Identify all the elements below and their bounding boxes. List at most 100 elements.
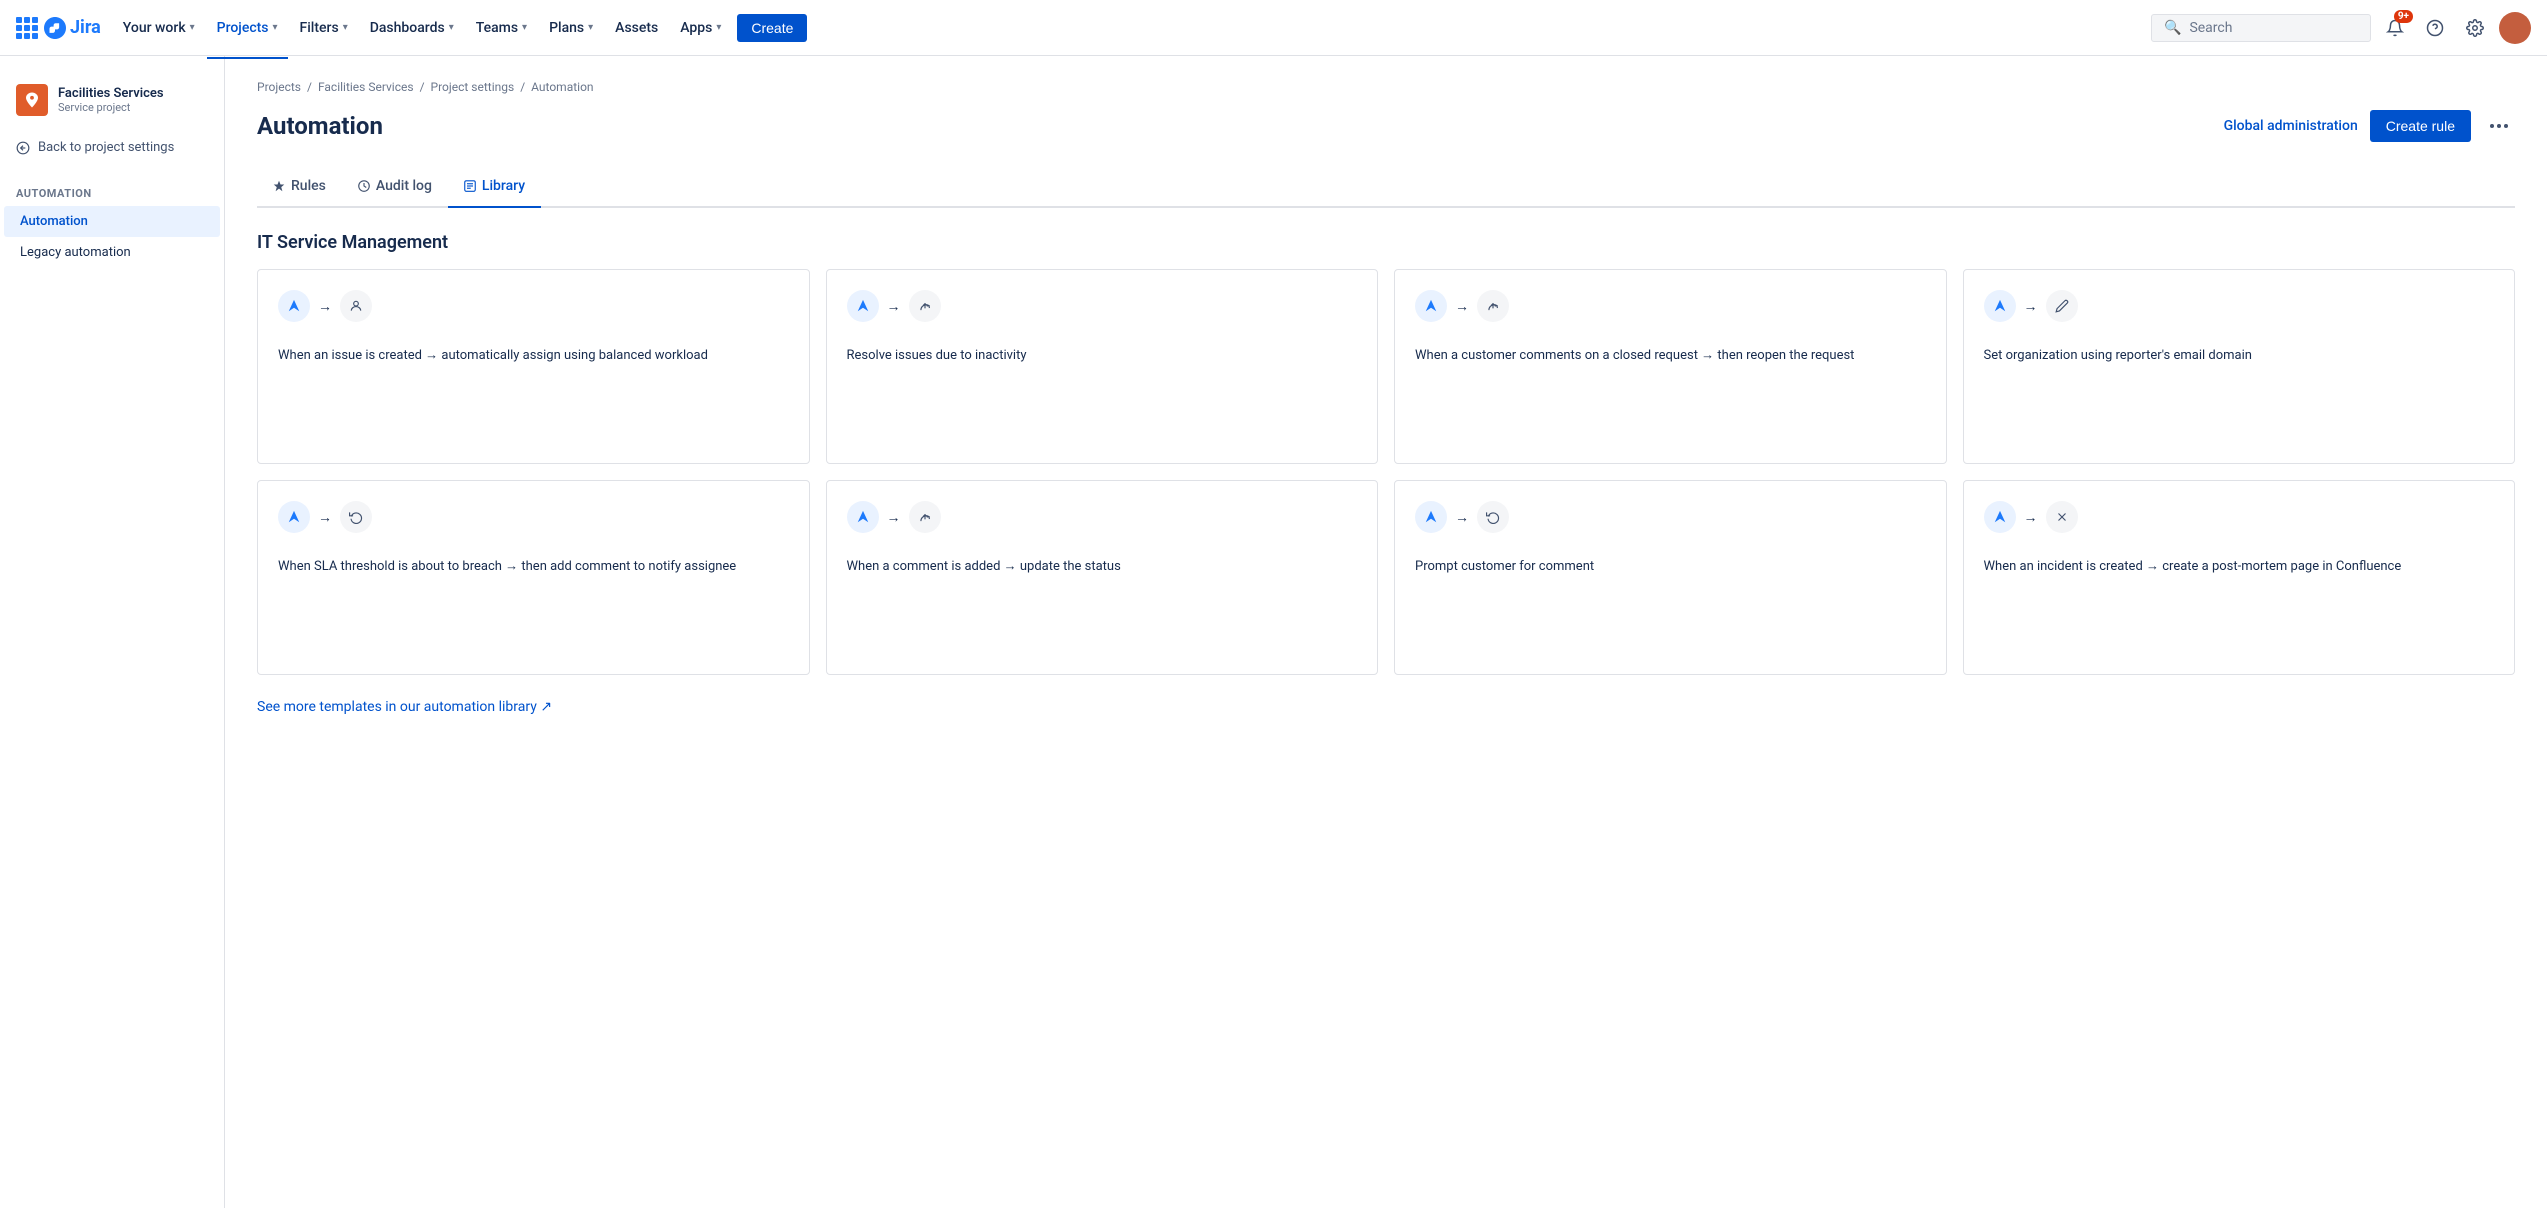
jira-wordmark: Jira bbox=[70, 17, 101, 38]
action-icon-refresh2 bbox=[1477, 501, 1509, 533]
card-icon-row: → bbox=[278, 290, 789, 322]
card-icon-row: → bbox=[1984, 290, 2495, 322]
arrow-icon: → bbox=[887, 298, 901, 315]
card-comment-status[interactable]: → When a comment is added → update the s… bbox=[826, 480, 1379, 675]
sidebar-project-header: Facilities Services Service project bbox=[0, 76, 224, 132]
notification-badge: 9+ bbox=[2394, 10, 2413, 23]
settings-button[interactable] bbox=[2459, 12, 2491, 44]
nav-items: Your work ▾ Projects ▾ Filters ▾ Dashboa… bbox=[113, 14, 808, 42]
card-text: When an incident is created → create a p… bbox=[1984, 557, 2495, 577]
project-icon bbox=[16, 84, 48, 116]
chevron-icon: ▾ bbox=[522, 22, 527, 33]
global-administration-link[interactable]: Global administration bbox=[2224, 118, 2358, 134]
action-icon-pencil bbox=[2046, 290, 2078, 322]
chevron-icon: ▾ bbox=[190, 22, 195, 33]
breadcrumb-current: Automation bbox=[531, 80, 593, 94]
more-options-button[interactable] bbox=[2483, 110, 2515, 142]
action-icon-reopen2 bbox=[1477, 290, 1509, 322]
card-icon-row: → bbox=[1415, 290, 1926, 322]
card-text: Resolve issues due to inactivity bbox=[847, 346, 1358, 366]
action-icon-person bbox=[340, 290, 372, 322]
card-icon-row: → bbox=[1984, 501, 2495, 533]
card-icon-row: → bbox=[847, 501, 1358, 533]
nav-item-dashboards[interactable]: Dashboards ▾ bbox=[360, 14, 464, 42]
trigger-icon bbox=[1984, 290, 2016, 322]
jira-logo[interactable]: Jira bbox=[44, 17, 101, 39]
action-icon-reopen bbox=[909, 290, 941, 322]
nav-item-projects[interactable]: Projects ▾ bbox=[207, 14, 288, 42]
help-button[interactable] bbox=[2419, 12, 2451, 44]
nav-item-teams[interactable]: Teams ▾ bbox=[466, 14, 537, 42]
card-incident-confluence[interactable]: → When an incident is created → create a… bbox=[1963, 480, 2516, 675]
chevron-icon: ▾ bbox=[716, 22, 721, 33]
card-assign-workload[interactable]: → When an issue is created → automatical… bbox=[257, 269, 810, 464]
tab-library[interactable]: Library bbox=[448, 166, 541, 208]
nav-logo[interactable]: Jira bbox=[16, 17, 101, 39]
arrow-icon: → bbox=[318, 509, 332, 526]
trigger-icon bbox=[278, 501, 310, 533]
trigger-icon bbox=[278, 290, 310, 322]
breadcrumb-projects[interactable]: Projects bbox=[257, 80, 301, 94]
chevron-icon: ▾ bbox=[449, 22, 454, 33]
card-icon-row: → bbox=[1415, 501, 1926, 533]
chevron-icon: ▾ bbox=[588, 22, 593, 33]
user-avatar[interactable] bbox=[2499, 12, 2531, 44]
nav-item-filters[interactable]: Filters ▾ bbox=[290, 14, 358, 42]
trigger-icon bbox=[847, 501, 879, 533]
back-to-settings-link[interactable]: Back to project settings bbox=[0, 132, 224, 163]
nav-item-your-work[interactable]: Your work ▾ bbox=[113, 14, 205, 42]
sidebar-item-legacy-automation[interactable]: Legacy automation bbox=[4, 237, 220, 268]
layout: Facilities Services Service project Back… bbox=[0, 56, 2547, 1208]
card-reopen-closed[interactable]: → When a customer comments on a closed r… bbox=[1394, 269, 1947, 464]
cards-row-2: → When SLA threshold is about to breach … bbox=[257, 480, 2515, 675]
top-nav: Jira Your work ▾ Projects ▾ Filters ▾ Da… bbox=[0, 0, 2547, 56]
create-rule-button[interactable]: Create rule bbox=[2370, 110, 2471, 142]
see-more-link[interactable]: See more templates in our automation lib… bbox=[257, 699, 552, 715]
search-placeholder: Search bbox=[2189, 20, 2232, 36]
section-title: IT Service Management bbox=[257, 232, 2515, 253]
tab-rules[interactable]: Rules bbox=[257, 166, 342, 208]
cards-row-1: → When an issue is created → automatical… bbox=[257, 269, 2515, 464]
nav-item-plans[interactable]: Plans ▾ bbox=[539, 14, 603, 42]
card-sla-breach[interactable]: → When SLA threshold is about to breach … bbox=[257, 480, 810, 675]
tab-audit-log[interactable]: Audit log bbox=[342, 166, 448, 208]
breadcrumb: Projects / Facilities Services / Project… bbox=[257, 80, 2515, 94]
chevron-icon: ▾ bbox=[273, 22, 278, 33]
page-header: Automation Global administration Create … bbox=[257, 110, 2515, 142]
arrow-icon: → bbox=[318, 298, 332, 315]
card-text: Prompt customer for comment bbox=[1415, 557, 1926, 577]
create-button[interactable]: Create bbox=[737, 14, 807, 42]
trigger-icon bbox=[1984, 501, 2016, 533]
project-type: Service project bbox=[58, 101, 164, 114]
action-icon-reopen3 bbox=[909, 501, 941, 533]
main-content: Projects / Facilities Services / Project… bbox=[225, 56, 2547, 1208]
arrow-icon: → bbox=[1455, 298, 1469, 315]
card-text: When an issue is created → automatically… bbox=[278, 346, 789, 366]
nav-item-assets[interactable]: Assets bbox=[605, 14, 668, 42]
page-title: Automation bbox=[257, 112, 383, 140]
breadcrumb-project-settings[interactable]: Project settings bbox=[431, 80, 515, 94]
nav-item-apps[interactable]: Apps ▾ bbox=[670, 14, 731, 42]
card-text: When a customer comments on a closed req… bbox=[1415, 346, 1926, 366]
sidebar: Facilities Services Service project Back… bbox=[0, 56, 225, 1208]
sidebar-item-automation[interactable]: Automation bbox=[4, 206, 220, 237]
sidebar-section-label: AUTOMATION bbox=[0, 171, 224, 206]
action-icon-refresh bbox=[340, 501, 372, 533]
card-set-organization[interactable]: → Set organization using reporter's emai… bbox=[1963, 269, 2516, 464]
trigger-icon bbox=[1415, 290, 1447, 322]
search-icon: 🔍 bbox=[2164, 20, 2181, 36]
card-icon-row: → bbox=[847, 290, 1358, 322]
arrow-icon: → bbox=[887, 509, 901, 526]
grid-icon bbox=[16, 17, 38, 39]
notifications-button[interactable]: 9+ bbox=[2379, 12, 2411, 44]
card-prompt-customer[interactable]: → Prompt customer for comment bbox=[1394, 480, 1947, 675]
search-box[interactable]: 🔍 Search bbox=[2151, 14, 2371, 42]
card-icon-row: → bbox=[278, 501, 789, 533]
breadcrumb-facilities[interactable]: Facilities Services bbox=[318, 80, 414, 94]
chevron-icon: ▾ bbox=[343, 22, 348, 33]
arrow-icon: → bbox=[2024, 509, 2038, 526]
arrow-icon: → bbox=[1455, 509, 1469, 526]
trigger-icon bbox=[1415, 501, 1447, 533]
card-text: When a comment is added → update the sta… bbox=[847, 557, 1358, 577]
card-resolve-inactivity[interactable]: → Resolve issues due to inactivity bbox=[826, 269, 1379, 464]
